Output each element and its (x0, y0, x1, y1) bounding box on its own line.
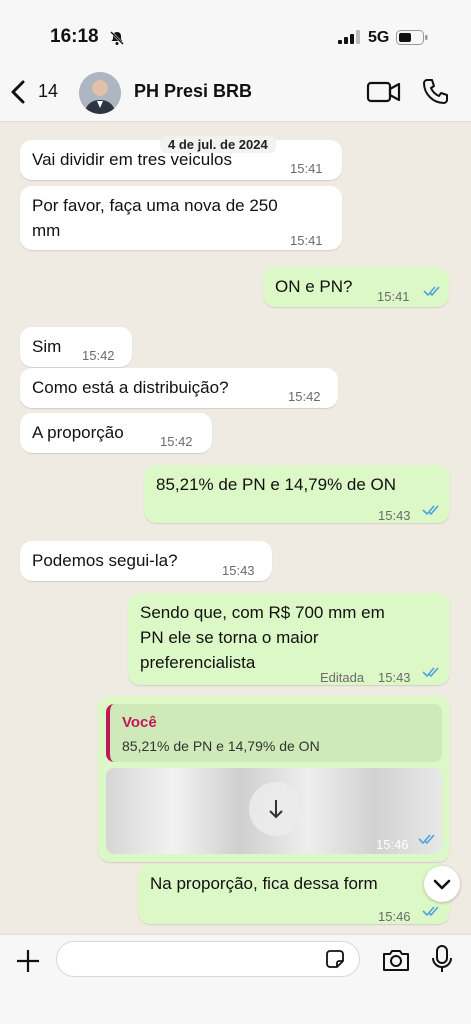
input-bar (0, 934, 471, 1024)
plus-icon[interactable] (14, 947, 42, 975)
chat-header: 14 PH Presi BRB (0, 64, 471, 122)
sticker-icon[interactable] (324, 948, 346, 970)
message-bubble[interactable]: Na proporção, fica dessa form 15:46 (138, 864, 450, 924)
message-text: Como está a distribuição? (32, 378, 229, 397)
date-label: 4 de jul. de 2024 (160, 136, 276, 153)
message-input[interactable] (56, 941, 360, 977)
media-reply-bubble[interactable]: Você 85,21% de PN e 14,79% de ON 15:46 (98, 696, 450, 862)
battery-icon (396, 30, 428, 45)
chat-area[interactable]: Vai dividir em tres veiculos 15:41 4 de … (0, 122, 471, 934)
person-icon (79, 72, 121, 114)
read-ticks-icon (423, 286, 440, 297)
message-time: 15:42 (82, 348, 115, 363)
message-text: Sendo que, com R$ 700 mm em PN ele se to… (140, 603, 385, 672)
message-text: Por favor, faça uma nova de 250 mm (32, 196, 278, 240)
message-bubble[interactable]: Por favor, faça uma nova de 250 mm 15:41 (20, 186, 342, 250)
message-text: A proporção (32, 423, 124, 442)
message-bubble[interactable]: ON e PN? 15:41 (263, 267, 449, 307)
bell-off-icon (110, 31, 124, 45)
message-time: 15:43 (222, 563, 255, 578)
phone-icon[interactable] (420, 77, 450, 107)
message-bubble[interactable]: Podemos segui-la? 15:43 (20, 541, 272, 581)
message-text: Podemos segui-la? (32, 551, 178, 570)
media-preview[interactable]: 15:46 (106, 768, 442, 854)
read-ticks-icon (422, 505, 439, 516)
message-bubble[interactable]: A proporção 15:42 (20, 413, 212, 453)
read-ticks-icon (418, 834, 435, 845)
message-time: 15:41 (290, 161, 323, 176)
message-bubble[interactable]: Sendo que, com R$ 700 mm em PN ele se to… (128, 593, 450, 685)
chevron-down-icon (433, 879, 451, 890)
message-time: 15:46 (376, 837, 409, 852)
camera-icon[interactable] (381, 947, 411, 973)
message-text: Na proporção, fica dessa form (150, 874, 378, 893)
download-button[interactable] (249, 782, 303, 836)
arrow-down-icon (269, 800, 283, 819)
message-time: 15:41 (377, 289, 410, 304)
message-time: 15:43 (378, 670, 411, 685)
contact-name[interactable]: PH Presi BRB (134, 81, 252, 102)
message-time: 15:46 (378, 909, 411, 924)
back-button[interactable]: 14 (10, 76, 64, 108)
quoted-message[interactable]: Você 85,21% de PN e 14,79% de ON (106, 704, 442, 762)
status-time: 16:18 (50, 26, 99, 47)
read-ticks-icon (422, 667, 439, 678)
message-text: Sim (32, 337, 62, 356)
scroll-to-bottom-button[interactable] (424, 866, 460, 902)
status-bar: 16:18 5G (0, 0, 471, 64)
chevron-left-icon (11, 80, 25, 104)
message-time: 15:42 (160, 434, 193, 449)
message-time: 15:43 (378, 508, 411, 523)
message-time: 15:41 (290, 233, 323, 248)
message-text: ON e PN? (275, 277, 353, 296)
read-ticks-icon (422, 906, 439, 917)
message-bubble[interactable]: 85,21% de PN e 14,79% de ON 15:43 (144, 465, 450, 523)
signal-icon (338, 30, 360, 44)
network-label: 5G (368, 29, 390, 46)
edited-label: Editada (320, 670, 365, 685)
quote-author: Você (122, 714, 157, 731)
microphone-icon[interactable] (431, 944, 453, 974)
message-text: 85,21% de PN e 14,79% de ON (156, 475, 397, 494)
message-time: 15:42 (288, 389, 321, 404)
message-bubble[interactable]: Como está a distribuição? 15:42 (20, 368, 338, 408)
quote-text: 85,21% de PN e 14,79% de ON (122, 738, 320, 754)
unread-count: 14 (38, 81, 59, 101)
message-bubble[interactable]: Sim 15:42 (20, 327, 132, 367)
video-call-icon[interactable] (366, 79, 402, 105)
avatar[interactable] (79, 72, 121, 114)
